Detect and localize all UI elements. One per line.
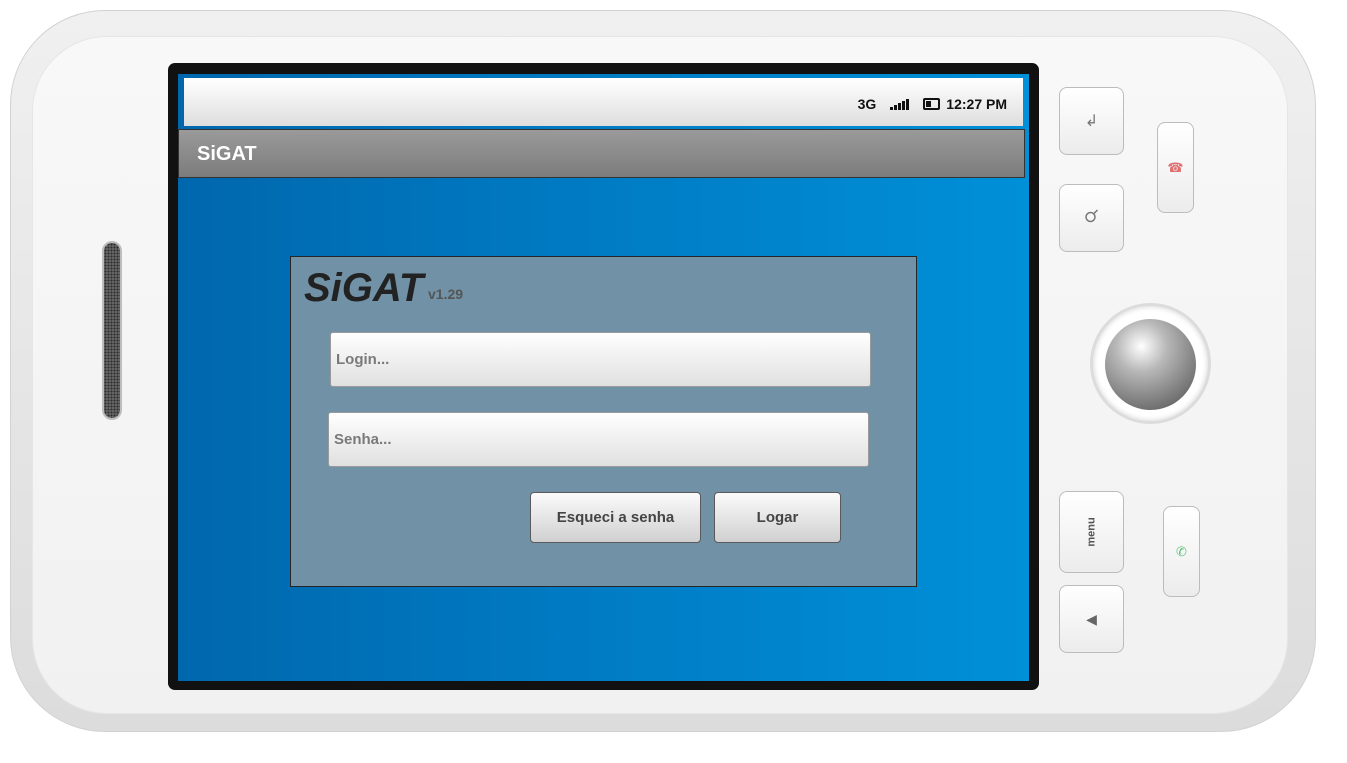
login-input[interactable] <box>330 332 871 387</box>
return-key[interactable]: ↲ <box>1059 87 1124 155</box>
signal-icon <box>890 98 910 110</box>
end-call-icon: ☎ <box>1167 159 1184 175</box>
status-time: 12:27 PM <box>946 96 1007 112</box>
device-screen: 3G 12:27 PM SiGAT SiGAT v1.29 Esqueci a … <box>178 74 1029 681</box>
menu-key-label: menu <box>1085 517 1098 547</box>
password-input[interactable] <box>328 412 869 467</box>
login-panel: SiGAT v1.29 Esqueci a senha Logar <box>290 256 917 587</box>
menu-key[interactable]: menu <box>1059 491 1124 573</box>
forgot-password-button[interactable]: Esqueci a senha <box>530 492 701 543</box>
trackball[interactable] <box>1105 319 1196 410</box>
status-items: 3G 12:27 PM <box>858 96 1007 112</box>
call-icon: ✆ <box>1176 543 1187 559</box>
end-call-key[interactable]: ☎ <box>1157 122 1194 213</box>
back-icon: ◀ <box>1086 610 1097 627</box>
app-title-bar: SiGAT <box>178 129 1025 178</box>
version-label: v1.29 <box>428 286 464 302</box>
return-icon: ↲ <box>1084 113 1099 130</box>
network-type: 3G <box>857 96 877 112</box>
status-bar: 3G 12:27 PM <box>184 78 1023 126</box>
search-key[interactable] <box>1059 184 1124 252</box>
app-title: SiGAT <box>197 143 257 165</box>
emulator-page: 3G 12:27 PM SiGAT SiGAT v1.29 Esqueci a … <box>0 0 1347 763</box>
login-button[interactable]: Logar <box>714 492 841 543</box>
back-key[interactable]: ◀ <box>1059 585 1124 653</box>
battery-icon <box>923 98 941 110</box>
speaker-grille <box>102 241 122 420</box>
call-key[interactable]: ✆ <box>1163 506 1200 597</box>
brand-logo-text: SiGAT <box>304 266 424 310</box>
search-icon <box>1084 208 1100 229</box>
